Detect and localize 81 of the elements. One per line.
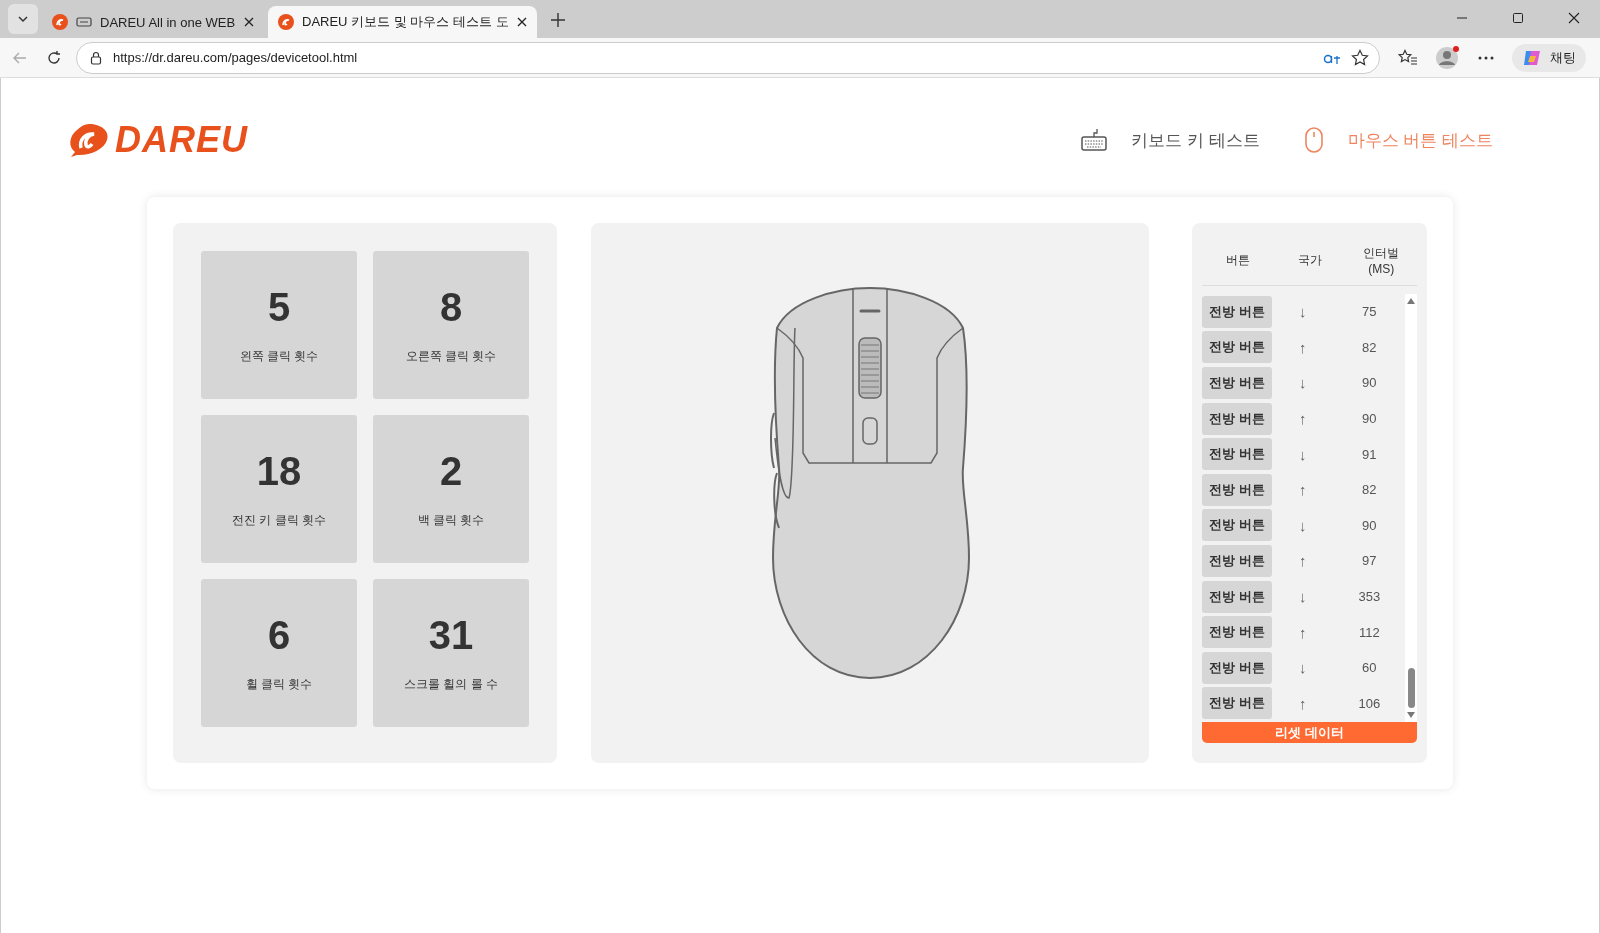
interval-value: 353: [1357, 589, 1382, 605]
state-arrow: ↑: [1297, 694, 1308, 712]
button-name: 전방 버튼: [1202, 473, 1272, 506]
state-arrow: ↓: [1297, 659, 1308, 677]
state-arrow: ↓: [1297, 516, 1308, 534]
logo-text: DAREU: [115, 119, 248, 161]
scroll-down-icon[interactable]: [1407, 712, 1415, 718]
scrollbar[interactable]: [1405, 294, 1417, 722]
scroll-up-icon[interactable]: [1407, 298, 1415, 304]
tab-title: DAREU 키보드 및 마우스 테스트 도: [302, 13, 509, 31]
stat-value: 5: [267, 285, 291, 330]
browser-tab[interactable]: DAREU All in one WEB: [42, 6, 264, 38]
chat-button[interactable]: 채팅: [1512, 43, 1586, 72]
interval-value: 112: [1357, 624, 1381, 640]
mouse-icon: [1303, 126, 1324, 154]
interval-value: 90: [1361, 517, 1378, 533]
button-name: 전방 버튼: [1202, 616, 1272, 649]
state-arrow: ↑: [1297, 338, 1308, 356]
button-name: 전방 버튼: [1202, 580, 1272, 613]
interval-value: 91: [1361, 446, 1378, 462]
button-name: 전방 버튼: [1202, 367, 1272, 399]
button-name: 전방 버튼: [1202, 402, 1272, 435]
site-icon: [52, 14, 68, 30]
close-icon[interactable]: [244, 17, 254, 27]
star-icon[interactable]: [1351, 48, 1369, 67]
state-arrow: ↑: [1297, 410, 1308, 428]
scroll-thumb[interactable]: [1407, 668, 1415, 708]
interval-value: 82: [1361, 339, 1378, 355]
stat-value: 8: [439, 285, 463, 330]
column-header: 국가: [1296, 251, 1323, 269]
button-name: 전방 버튼: [1202, 331, 1272, 364]
interval-value: 75: [1361, 304, 1378, 320]
button-name: 전방 버튼: [1202, 509, 1272, 542]
button-name: 전방 버튼: [1202, 687, 1272, 720]
site-icon: [278, 14, 294, 30]
keyboard-icon: [76, 17, 92, 27]
favorites-icon[interactable]: [1398, 48, 1418, 67]
interval-value: 97: [1361, 553, 1378, 569]
stat-value: 2: [439, 449, 463, 494]
refresh-icon[interactable]: [46, 49, 62, 66]
state-arrow: ↓: [1297, 303, 1308, 321]
state-arrow: ↑: [1297, 623, 1308, 641]
button-name: 전방 버튼: [1202, 295, 1272, 328]
logo-icon: [67, 122, 111, 158]
stat-label: 왼쪽 클릭 횟수: [239, 348, 319, 365]
button-name: 전방 버튼: [1202, 438, 1272, 471]
nav-link[interactable]: 키보드 키 테스트: [1081, 127, 1260, 153]
browser-tab[interactable]: DAREU 키보드 및 마우스 테스트 도: [268, 6, 537, 38]
state-arrow: ↑: [1297, 552, 1308, 570]
more-icon[interactable]: [1478, 55, 1494, 60]
column-header: 인터벌 (MS): [1362, 244, 1401, 276]
new-tab-icon[interactable]: [550, 13, 565, 27]
keyboard-icon: [1081, 127, 1108, 153]
stat-value: 31: [428, 613, 474, 658]
interval-value: 106: [1357, 695, 1382, 711]
interval-value: 60: [1361, 660, 1378, 676]
state-arrow: ↓: [1297, 445, 1308, 463]
state-arrow: ↓: [1297, 374, 1308, 392]
state-arrow: ↑: [1297, 481, 1308, 499]
tab-title: DAREU All in one WEB: [100, 14, 236, 30]
stat-label: 휠 클릭 횟수: [245, 676, 313, 693]
column-header: 버튼: [1224, 251, 1251, 269]
interval-value: 82: [1361, 482, 1378, 498]
button-name: 전방 버튼: [1202, 651, 1272, 684]
stat-label: 전진 키 클릭 횟수: [232, 512, 326, 529]
stat-value: 6: [267, 613, 291, 658]
close-icon[interactable]: [516, 17, 527, 27]
maximize-icon[interactable]: [1512, 12, 1524, 24]
state-arrow: ↓: [1297, 588, 1308, 606]
address-field[interactable]: https://dr.dareu.com/pages/devicetool.html: [76, 41, 1380, 74]
interval-value: 90: [1361, 411, 1378, 427]
button-name: 전방 버튼: [1202, 544, 1272, 577]
stat-label: 백 클릭 횟수: [417, 512, 485, 529]
stat-label: 오른쪽 클릭 횟수: [405, 348, 497, 365]
tab-list-button[interactable]: [8, 4, 38, 34]
lock-icon: [89, 50, 103, 65]
stat-label: 스크롤 휠의 롤 수: [404, 676, 498, 693]
interval-value: 90: [1361, 375, 1378, 391]
profile-icon[interactable]: [1436, 45, 1460, 70]
stat-value: 18: [256, 449, 302, 494]
close-icon[interactable]: [1568, 12, 1580, 24]
